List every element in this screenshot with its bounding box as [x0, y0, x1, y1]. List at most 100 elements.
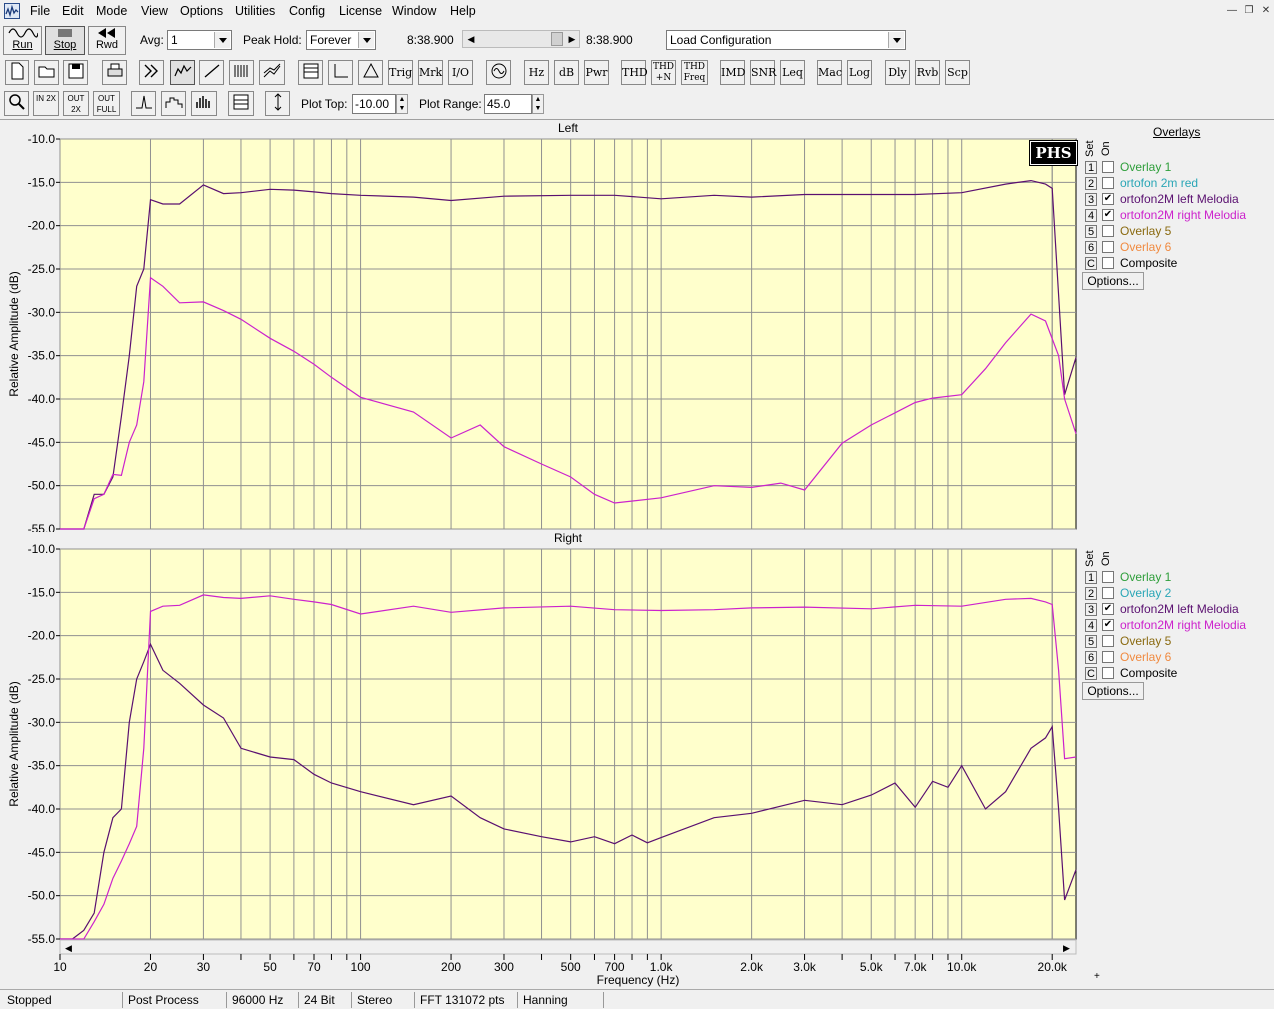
overlay-row[interactable]: 6 Overlay 6	[1085, 650, 1270, 666]
axis-button[interactable]	[328, 60, 353, 85]
plot-area[interactable]	[59, 548, 1077, 940]
overlay-set-button[interactable]: 4	[1085, 619, 1097, 632]
mac-button[interactable]: Mac	[817, 60, 842, 85]
checkbox-checked[interactable]: ✔	[1102, 603, 1114, 615]
checkbox[interactable]	[1102, 667, 1114, 679]
trig-button[interactable]: Trig	[388, 60, 413, 85]
overlay-set-button[interactable]: 6	[1085, 241, 1097, 254]
close-icon[interactable]: ✕	[1259, 5, 1273, 17]
scp-button[interactable]: Scp	[945, 60, 970, 85]
3d-surface-button[interactable]	[259, 60, 285, 85]
overlay-row[interactable]: 5 Overlay 5	[1085, 224, 1270, 240]
chevron-down-icon[interactable]	[214, 32, 230, 48]
config-select[interactable]: Load Configuration	[666, 30, 906, 50]
checkbox[interactable]	[1102, 161, 1114, 173]
menu-window[interactable]: Window	[392, 4, 436, 18]
menu-config[interactable]: Config	[289, 4, 325, 18]
checkbox-checked[interactable]: ✔	[1102, 193, 1114, 205]
overlay-set-button[interactable]: 1	[1085, 161, 1097, 174]
overlay-row[interactable]: 6 Overlay 6	[1085, 240, 1270, 256]
overlay-set-button[interactable]: 4	[1085, 209, 1097, 222]
overlay-row[interactable]: C Composite	[1085, 256, 1270, 272]
checkbox[interactable]	[1102, 225, 1114, 237]
db-button[interactable]: dB	[554, 60, 579, 85]
magnify-button[interactable]	[4, 91, 29, 116]
restore-icon[interactable]: ❐	[1242, 5, 1256, 17]
overlay-row[interactable]: 5 Overlay 5	[1085, 634, 1270, 650]
step-plot-button[interactable]	[161, 91, 186, 116]
overlay-row[interactable]: 2 ortofon 2m red	[1085, 176, 1270, 192]
mrk-button[interactable]: Mrk	[418, 60, 443, 85]
overlay-row[interactable]: 3 ✔ ortofon2M left Melodia	[1085, 602, 1270, 618]
save-button[interactable]	[63, 60, 88, 85]
overlay-row[interactable]: 1 Overlay 1	[1085, 160, 1270, 176]
channel-button[interactable]	[358, 60, 383, 85]
snr-button[interactable]: SNR	[750, 60, 776, 85]
thd-button[interactable]: THD	[621, 60, 648, 85]
menu-utilities[interactable]: Utilities	[235, 4, 275, 18]
vertical-scale-button[interactable]	[265, 91, 290, 116]
line-plot-button[interactable]	[131, 91, 156, 116]
checkbox[interactable]	[1102, 651, 1114, 663]
app-icon[interactable]	[4, 3, 20, 19]
menu-edit[interactable]: Edit	[62, 4, 84, 18]
thd-freq-button[interactable]: THD Freq	[681, 60, 708, 85]
thd-n-button[interactable]: THD +N	[651, 60, 676, 85]
plot-top-input[interactable]: -10.00	[352, 94, 396, 114]
fast-forward-button[interactable]	[139, 60, 164, 85]
right-channel-plot[interactable]: Right -10.0 -15.0 -20.0 -25.0 -30.0 -35.0 -40.0…	[0, 530, 1080, 990]
plot-range-input[interactable]: 45.0	[484, 94, 532, 114]
spectrum-mode-button[interactable]	[170, 60, 195, 85]
overlay-set-button[interactable]: C	[1085, 667, 1097, 680]
plot-area[interactable]	[59, 138, 1077, 530]
checkbox[interactable]	[1102, 571, 1114, 583]
menu-mode[interactable]: Mode	[96, 4, 127, 18]
overlay-set-button[interactable]: 5	[1085, 635, 1097, 648]
bar-plot-button[interactable]	[191, 91, 217, 116]
new-file-button[interactable]	[5, 60, 29, 85]
overlay-row[interactable]: 1 Overlay 1	[1085, 570, 1270, 586]
overlay-row[interactable]: 2 Overlay 2	[1085, 586, 1270, 602]
checkbox[interactable]	[1102, 635, 1114, 647]
chevron-down-icon[interactable]	[358, 32, 374, 48]
zoom-full-button[interactable]: OUT FULL	[93, 91, 120, 116]
overlay-row[interactable]: 4 ✔ ortofon2M right Melodia	[1085, 618, 1270, 634]
scroll-thumb[interactable]	[551, 32, 563, 46]
options-button-right[interactable]: Options...	[1082, 682, 1144, 700]
checkbox-checked[interactable]: ✔	[1102, 619, 1114, 631]
overlay-row[interactable]: 3 ✔ ortofon2M left Melodia	[1085, 192, 1270, 208]
overlay-set-button[interactable]: 6	[1085, 651, 1097, 664]
scroll-right-icon[interactable]: ▶	[565, 32, 579, 46]
imd-button[interactable]: IMD	[720, 60, 745, 85]
plot-range-spinner[interactable]: ▲ ▼	[532, 94, 544, 114]
hz-button[interactable]: Hz	[524, 60, 549, 85]
overlay-row[interactable]: C Composite	[1085, 666, 1270, 682]
overlay-row[interactable]: 4 ✔ ortofon2M right Melodia	[1085, 208, 1270, 224]
chevron-down-icon[interactable]	[888, 32, 904, 48]
scope-mode-button[interactable]	[199, 60, 224, 85]
scroll-left-icon[interactable]: ◀	[65, 943, 72, 953]
avg-select[interactable]: 1	[167, 30, 232, 50]
dly-button[interactable]: Dly	[885, 60, 910, 85]
overlay-set-button[interactable]: C	[1085, 257, 1097, 270]
io-button[interactable]: I/O	[448, 60, 473, 85]
scroll-right-icon[interactable]: ▶	[1063, 943, 1070, 953]
menu-help[interactable]: Help	[450, 4, 476, 18]
log-button[interactable]: Log	[847, 60, 872, 85]
menu-view[interactable]: View	[141, 4, 168, 18]
options-button-left[interactable]: Options...	[1082, 272, 1144, 290]
overlay-set-button[interactable]: 1	[1085, 571, 1097, 584]
stop-button[interactable]: Stop	[45, 26, 85, 55]
minimize-icon[interactable]: —	[1225, 5, 1239, 17]
plot-top-spinner[interactable]: ▲ ▼	[396, 94, 408, 114]
print-button[interactable]	[102, 60, 127, 85]
scroll-left-icon[interactable]: ◀	[464, 32, 478, 46]
zoom-in-button[interactable]: IN 2X	[33, 91, 59, 116]
zoom-out-button[interactable]: OUT 2X	[63, 91, 89, 116]
run-button[interactable]: Run	[3, 26, 42, 55]
overlay-set-button[interactable]: 2	[1085, 587, 1097, 600]
checkbox[interactable]	[1102, 177, 1114, 189]
menu-options[interactable]: Options	[180, 4, 223, 18]
overlay-set-button[interactable]: 5	[1085, 225, 1097, 238]
open-button[interactable]	[34, 60, 59, 85]
